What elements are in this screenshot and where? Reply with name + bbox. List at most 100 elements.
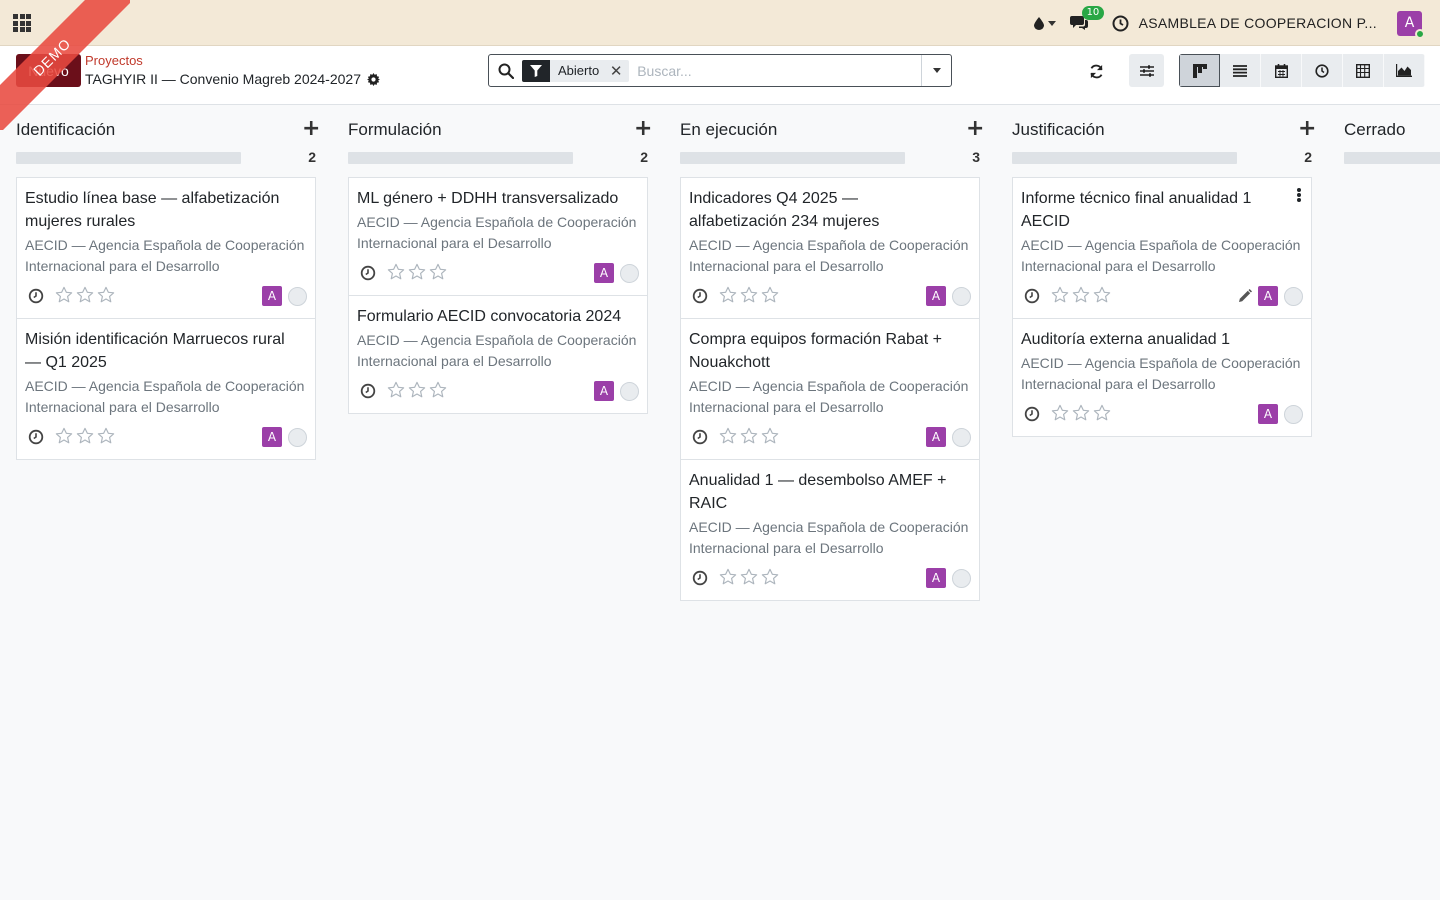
status-circle-icon[interactable] bbox=[1284, 286, 1303, 306]
column-progress-bar[interactable] bbox=[680, 152, 905, 164]
apps-menu-icon[interactable] bbox=[13, 14, 31, 32]
filters-toggle-button[interactable] bbox=[1129, 54, 1164, 87]
list-view-button[interactable] bbox=[1220, 54, 1261, 87]
add-card-icon[interactable]: + bbox=[1298, 118, 1316, 140]
user-avatar[interactable]: A bbox=[1397, 10, 1425, 39]
new-button[interactable]: Nuevo bbox=[16, 54, 81, 87]
graph-view-button[interactable] bbox=[1384, 54, 1425, 87]
status-circle-icon[interactable] bbox=[952, 286, 971, 306]
star-icon[interactable] bbox=[761, 286, 779, 304]
calendar-view-button[interactable] bbox=[1261, 54, 1302, 87]
star-icon[interactable] bbox=[76, 286, 94, 304]
activity-clock-icon[interactable] bbox=[692, 429, 708, 445]
column-title[interactable]: Justificación bbox=[1012, 120, 1105, 140]
activity-view-button[interactable] bbox=[1302, 54, 1343, 87]
star-icon[interactable] bbox=[387, 263, 405, 281]
gear-icon[interactable] bbox=[367, 72, 380, 86]
assignee-avatar[interactable]: A bbox=[926, 568, 946, 588]
kanban-card[interactable]: Misión identificación Marruecos rural — … bbox=[17, 319, 315, 459]
star-icon[interactable] bbox=[719, 286, 737, 304]
pivot-view-button[interactable] bbox=[1343, 54, 1384, 87]
column-title[interactable]: Cerrado bbox=[1344, 120, 1405, 140]
activity-clock-icon[interactable] bbox=[1024, 288, 1040, 304]
assignee-avatar[interactable]: A bbox=[1258, 286, 1278, 306]
assignee-avatar[interactable]: A bbox=[262, 427, 282, 447]
activity-clock-icon[interactable] bbox=[692, 288, 708, 304]
activity-clock-icon[interactable] bbox=[360, 383, 376, 399]
remove-facet-icon[interactable]: ✕ bbox=[607, 62, 625, 80]
company-switcher[interactable]: ASAMBLEA DE COOPERACION P... bbox=[1139, 15, 1377, 31]
status-circle-icon[interactable] bbox=[288, 427, 307, 447]
star-icon[interactable] bbox=[97, 286, 115, 304]
status-circle-icon[interactable] bbox=[952, 427, 971, 447]
status-circle-icon[interactable] bbox=[1284, 404, 1303, 424]
star-icon[interactable] bbox=[97, 427, 115, 445]
assignee-avatar[interactable]: A bbox=[594, 381, 614, 401]
star-icon[interactable] bbox=[1051, 286, 1069, 304]
assignee-avatar[interactable]: A bbox=[1258, 404, 1278, 424]
status-circle-icon[interactable] bbox=[288, 286, 307, 306]
column-progress-bar[interactable] bbox=[16, 152, 241, 164]
activity-clock-icon[interactable] bbox=[28, 288, 44, 304]
kanban-card[interactable]: Formulario AECID convocatoria 2024 AECID … bbox=[349, 296, 647, 413]
star-icon[interactable] bbox=[740, 286, 758, 304]
breadcrumb-parent-link[interactable]: Proyectos bbox=[85, 53, 380, 69]
refresh-button[interactable] bbox=[1082, 59, 1110, 83]
search-options-toggle[interactable] bbox=[921, 55, 951, 86]
kanban-card[interactable]: Estudio línea base — alfabetización muje… bbox=[17, 178, 315, 319]
star-icon[interactable] bbox=[55, 286, 73, 304]
star-icon[interactable] bbox=[740, 568, 758, 586]
star-icon[interactable] bbox=[740, 427, 758, 445]
kanban-card[interactable]: Anualidad 1 — desembolso AMEF + RAIC AECI… bbox=[681, 460, 979, 600]
star-icon[interactable] bbox=[429, 263, 447, 281]
assignee-avatar[interactable]: A bbox=[262, 286, 282, 306]
drop-dropdown[interactable] bbox=[1033, 16, 1056, 30]
star-icon[interactable] bbox=[1072, 404, 1090, 422]
star-icon[interactable] bbox=[1093, 404, 1111, 422]
star-icon[interactable] bbox=[387, 381, 405, 399]
assignee-avatar[interactable]: A bbox=[926, 286, 946, 306]
column-progress-bar[interactable] bbox=[1012, 152, 1237, 164]
status-circle-icon[interactable] bbox=[620, 263, 639, 283]
kanban-card[interactable]: Informe técnico final anualidad 1 AECID A… bbox=[1013, 178, 1311, 319]
kanban-card[interactable]: ML género + DDHH transversalizado AECID —… bbox=[349, 178, 647, 296]
star-icon[interactable] bbox=[1093, 286, 1111, 304]
kanban-view-button[interactable] bbox=[1179, 54, 1220, 87]
star-icon[interactable] bbox=[719, 568, 737, 586]
assignee-avatar[interactable]: A bbox=[594, 263, 614, 283]
star-icon[interactable] bbox=[55, 427, 73, 445]
star-icon[interactable] bbox=[719, 427, 737, 445]
star-icon[interactable] bbox=[408, 263, 426, 281]
status-circle-icon[interactable] bbox=[952, 568, 971, 588]
star-icon[interactable] bbox=[1072, 286, 1090, 304]
activity-clock-icon[interactable] bbox=[692, 570, 708, 586]
star-icon[interactable] bbox=[1051, 404, 1069, 422]
activity-clock-icon[interactable] bbox=[28, 429, 44, 445]
star-icon[interactable] bbox=[761, 568, 779, 586]
activity-clock-icon[interactable] bbox=[1024, 406, 1040, 422]
add-card-icon[interactable]: + bbox=[302, 118, 320, 140]
assignee-avatar[interactable]: A bbox=[926, 427, 946, 447]
star-icon[interactable] bbox=[429, 381, 447, 399]
pencil-icon[interactable] bbox=[1238, 289, 1252, 303]
status-circle-icon[interactable] bbox=[620, 381, 639, 401]
kanban-card[interactable]: Auditoría externa anualidad 1 AECID — Age… bbox=[1013, 319, 1311, 436]
star-icon[interactable] bbox=[76, 427, 94, 445]
column-progress-bar[interactable] bbox=[1344, 152, 1440, 164]
kanban-card[interactable]: Compra equipos formación Rabat + Nouakch… bbox=[681, 319, 979, 460]
column-progress-bar[interactable] bbox=[348, 152, 573, 164]
column-title[interactable]: En ejecución bbox=[680, 120, 777, 140]
add-card-icon[interactable]: + bbox=[634, 118, 652, 140]
column-title[interactable]: Formulación bbox=[348, 120, 442, 140]
card-menu-icon[interactable] bbox=[1297, 188, 1301, 202]
search-icon[interactable] bbox=[498, 63, 514, 79]
column-title[interactable]: Identificación bbox=[16, 120, 115, 140]
kanban-card[interactable]: Indicadores Q4 2025 — alfabetización 234… bbox=[681, 178, 979, 319]
activity-clock-icon[interactable] bbox=[360, 265, 376, 281]
search-input[interactable] bbox=[629, 55, 921, 86]
messages-button[interactable]: 10 bbox=[1069, 6, 1105, 32]
star-icon[interactable] bbox=[761, 427, 779, 445]
add-card-icon[interactable]: + bbox=[966, 118, 984, 140]
clock-icon[interactable] bbox=[1112, 15, 1129, 32]
star-icon[interactable] bbox=[408, 381, 426, 399]
